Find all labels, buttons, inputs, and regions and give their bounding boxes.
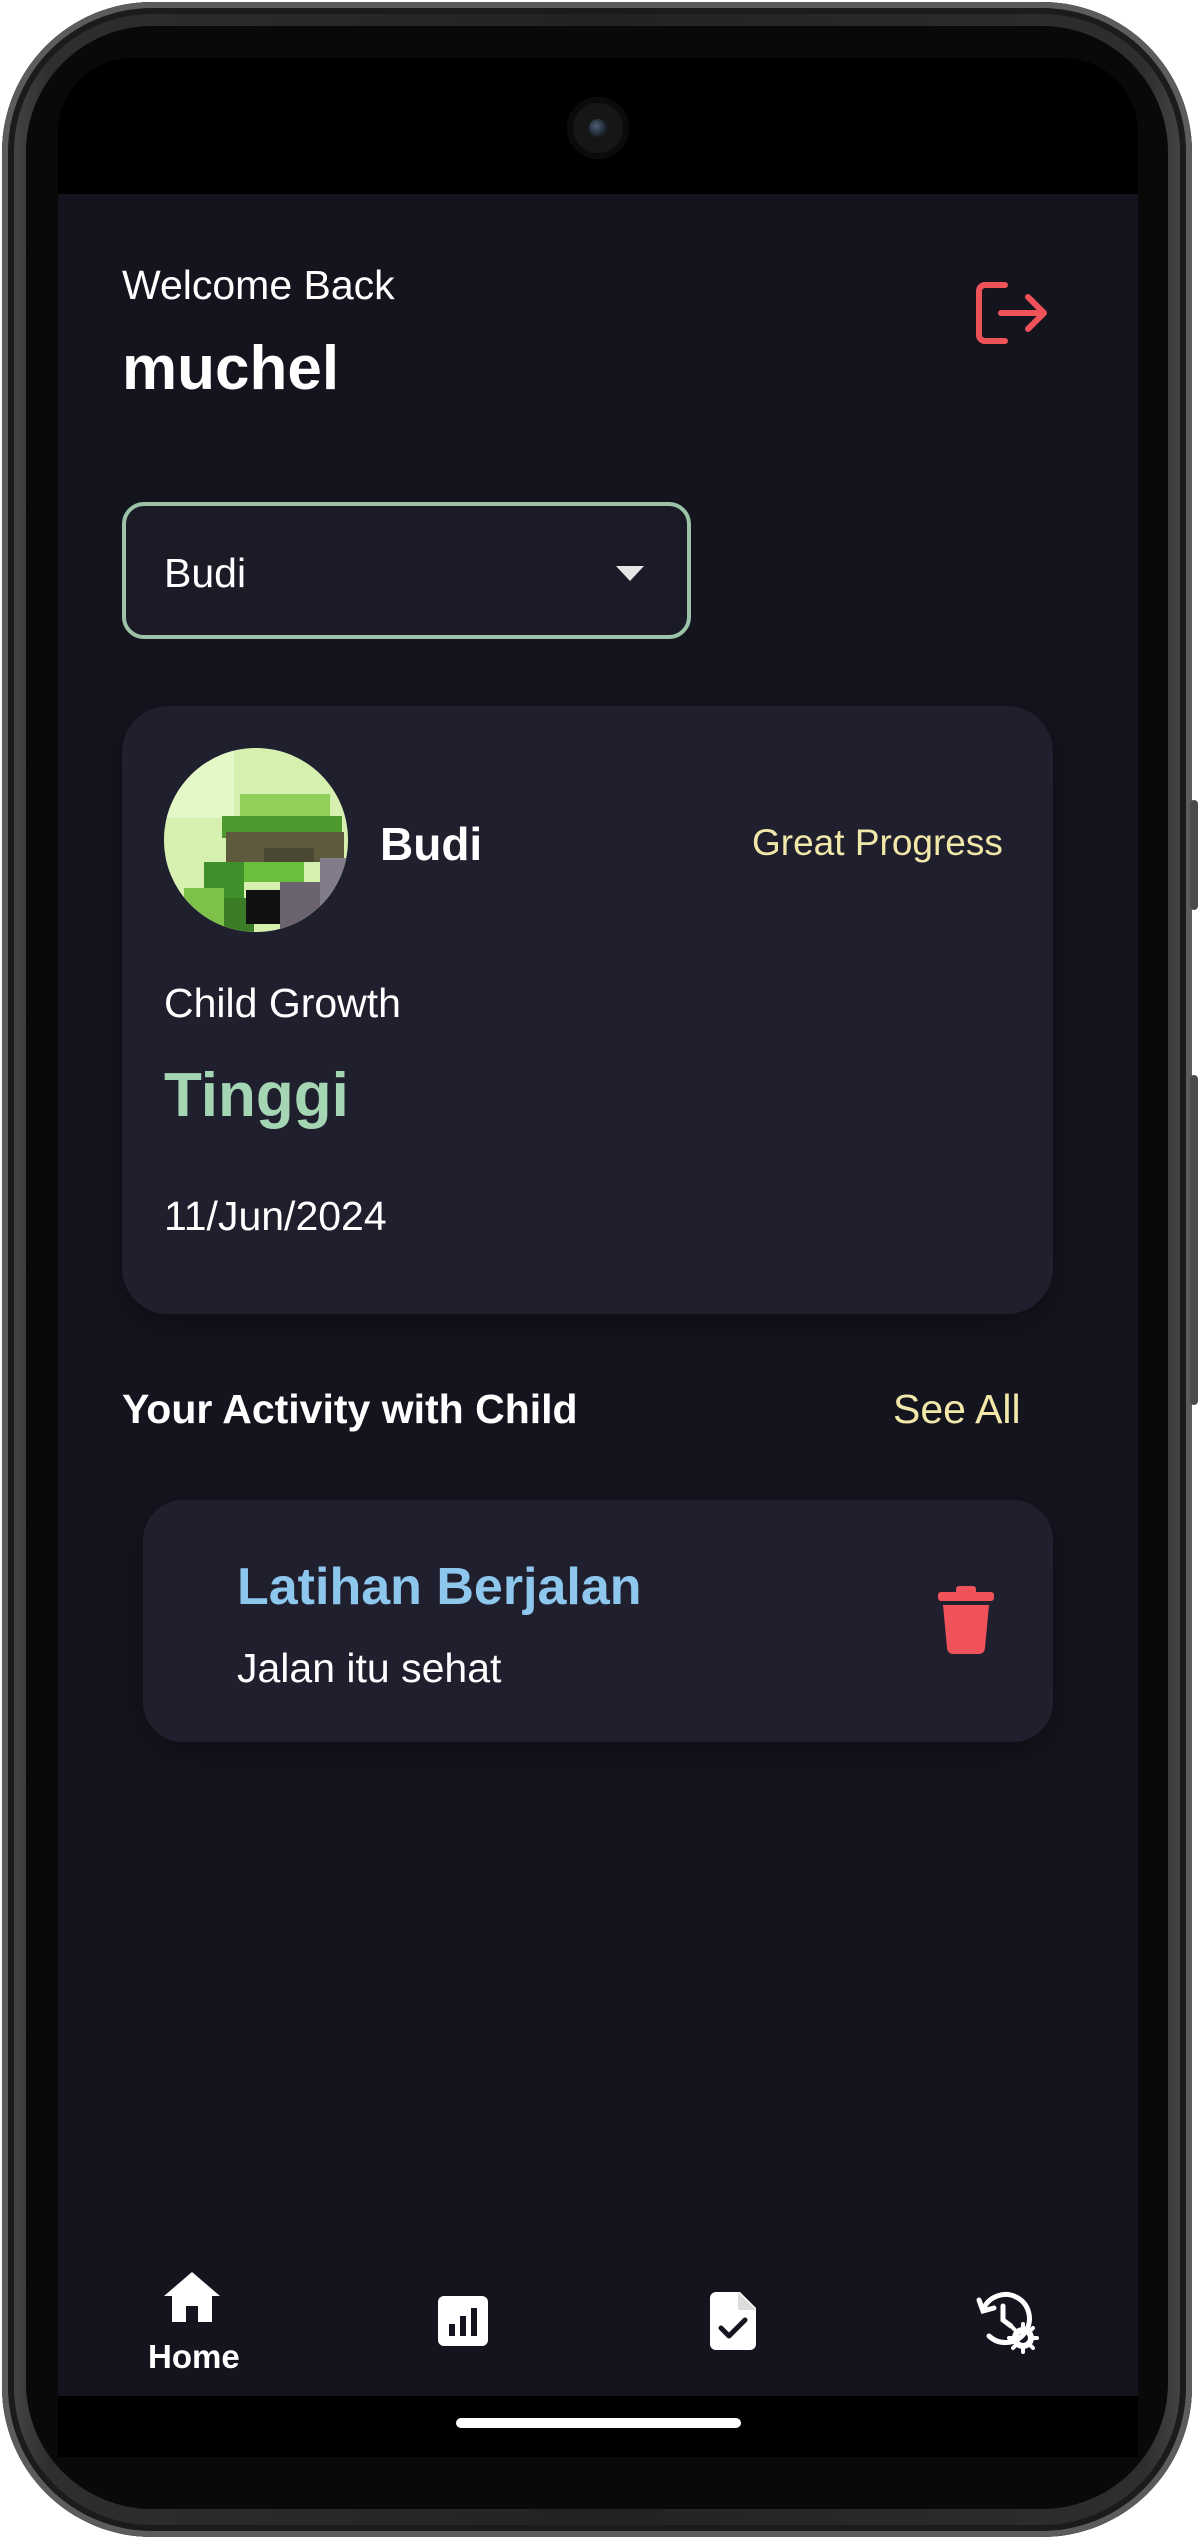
progress-badge: Great Progress (752, 822, 1003, 863)
power-button (1190, 800, 1198, 910)
growth-date: 11/Jun/2024 (164, 1193, 387, 1239)
growth-value: Tinggi (164, 1061, 349, 1130)
username-text: muchel (122, 334, 340, 403)
activity-title: Latihan Berjalan (237, 1558, 642, 1616)
nav-home-label[interactable]: Home (148, 2338, 240, 2376)
chart-icon[interactable] (438, 2296, 488, 2346)
home-icon[interactable] (164, 2272, 220, 2322)
volume-button (1190, 1075, 1198, 1405)
child-select-value: Budi (164, 550, 247, 596)
activity-section-title: Your Activity with Child (122, 1386, 578, 1432)
child-avatar (164, 748, 348, 932)
home-indicator[interactable] (456, 2418, 741, 2428)
activity-card[interactable] (143, 1500, 1053, 1742)
logout-icon[interactable] (975, 280, 1049, 346)
trash-icon[interactable] (936, 1586, 996, 1654)
activity-description: Jalan itu sehat (237, 1645, 502, 1691)
history-settings-icon[interactable] (975, 2290, 1039, 2354)
see-all-link[interactable]: See All (893, 1386, 1021, 1433)
greeting-text: Welcome Back (122, 262, 395, 308)
report-check-icon[interactable] (710, 2292, 756, 2350)
growth-label: Child Growth (164, 980, 401, 1026)
child-name: Budi (380, 818, 483, 870)
camera-lens (589, 119, 607, 137)
chevron-down-icon (616, 566, 644, 581)
